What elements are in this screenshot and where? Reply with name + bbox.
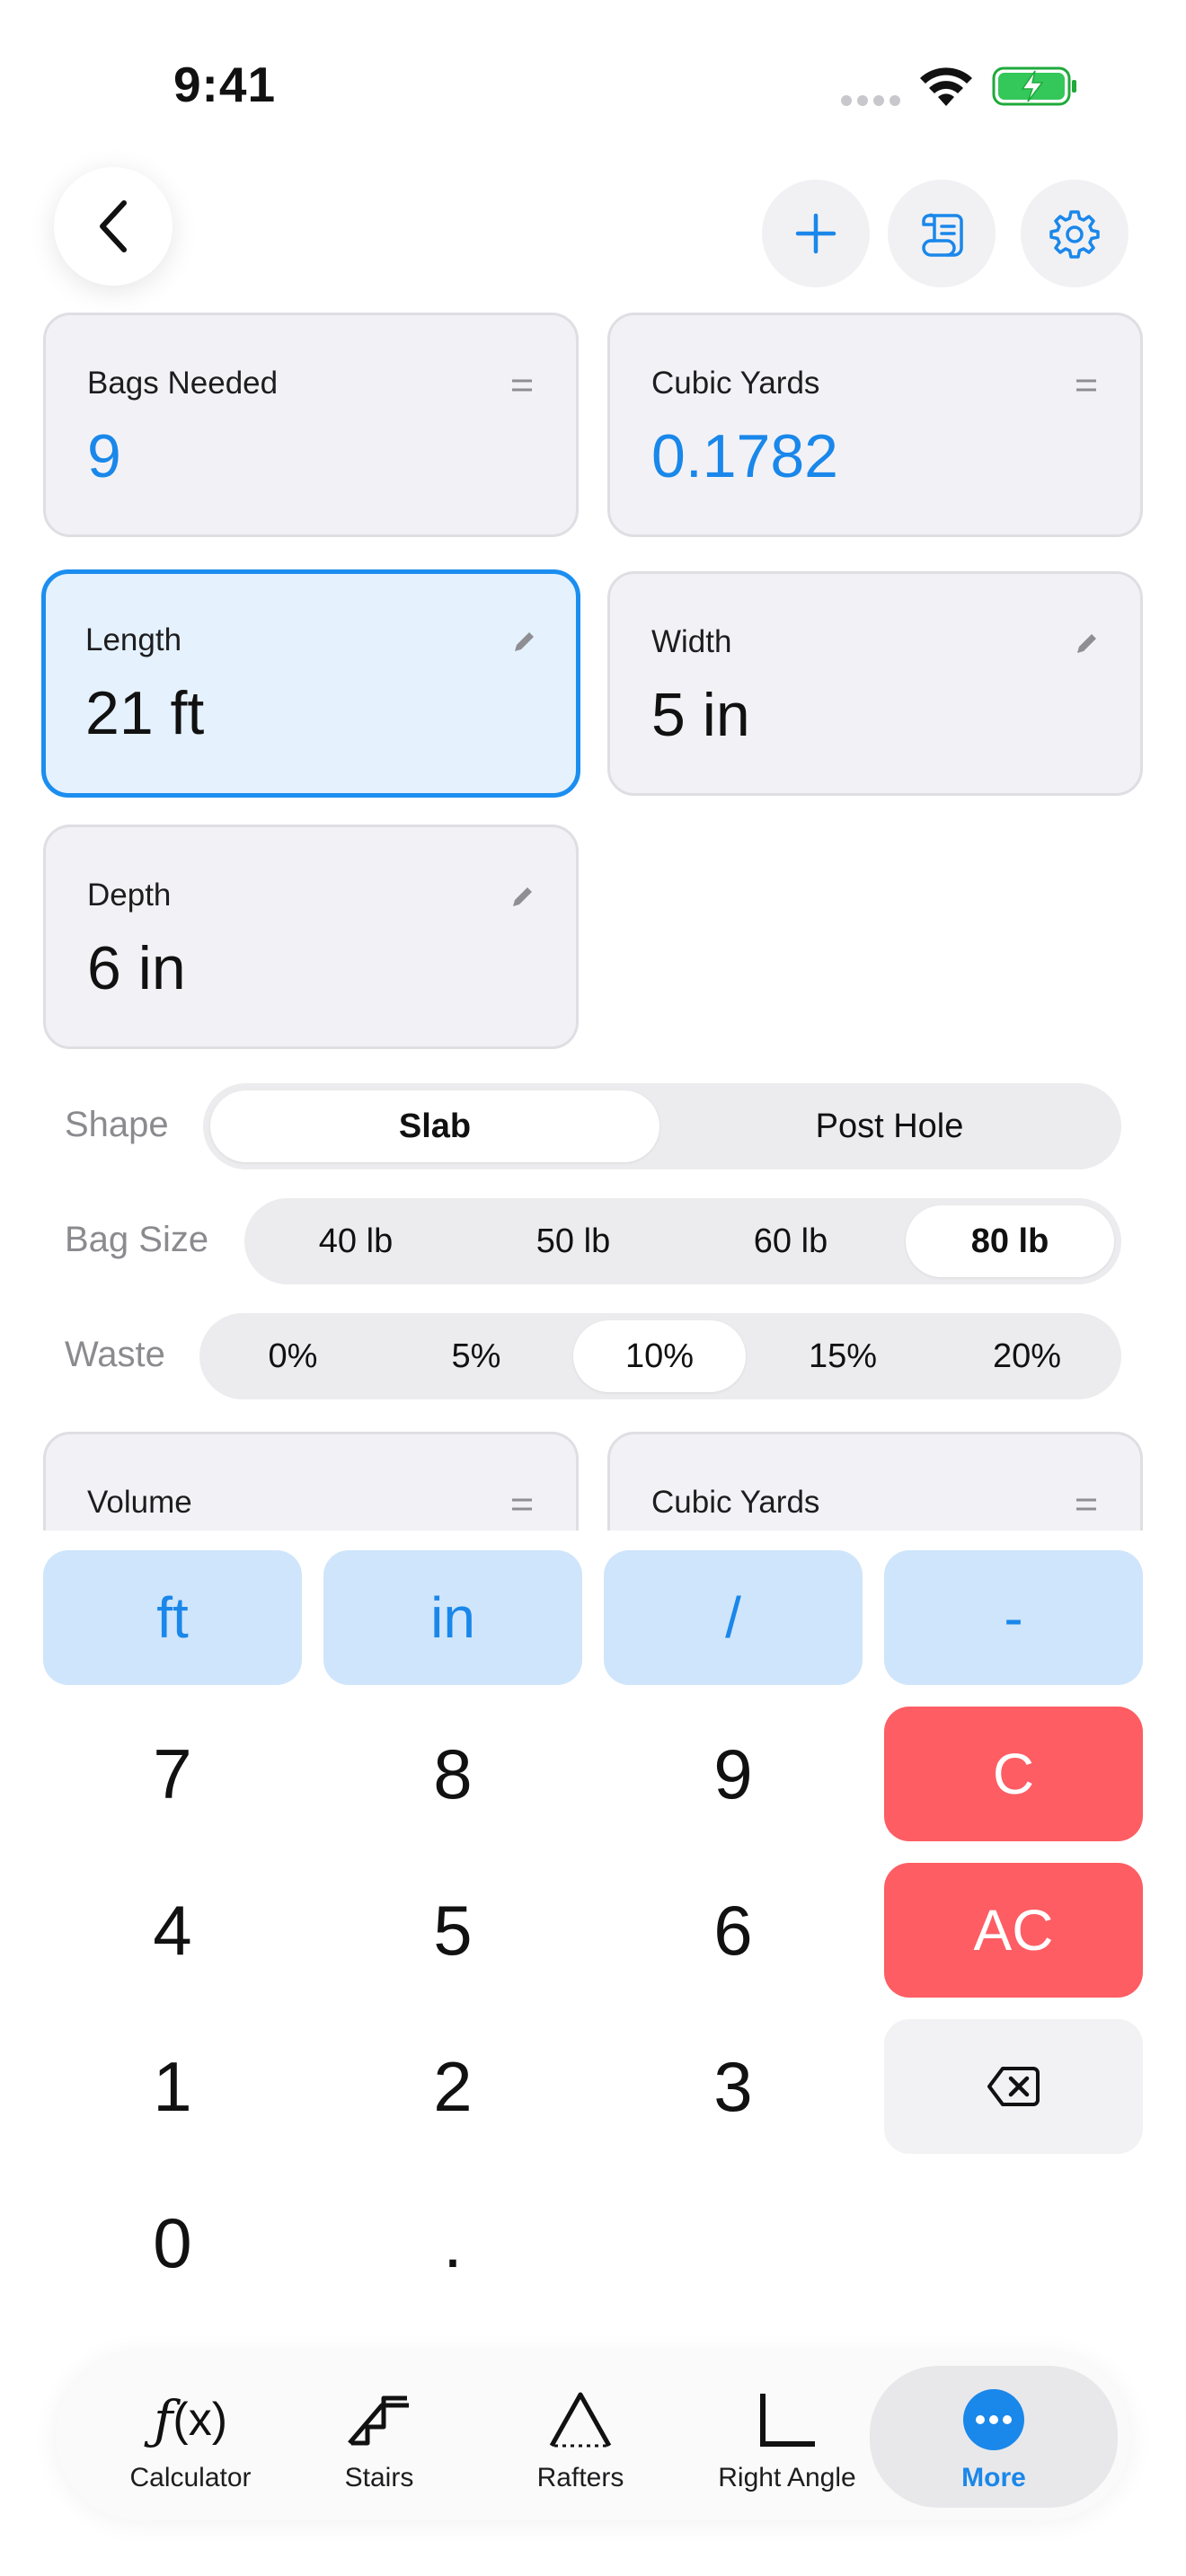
waste-option[interactable]: 5% <box>390 1320 562 1392</box>
key-3[interactable]: 3 <box>604 2019 863 2154</box>
cubic-yards-card-secondary[interactable]: Cubic Yards <box>607 1432 1143 1531</box>
volume-card[interactable]: Volume <box>43 1432 579 1531</box>
card-label: Bags Needed <box>87 366 279 401</box>
depth-input-card[interactable]: Depth 6 in <box>43 825 579 1049</box>
card-value: 21 ft <box>85 679 205 747</box>
key-fraction[interactable]: / <box>604 1550 863 1685</box>
length-input-card[interactable]: Length 21 ft <box>41 569 580 798</box>
width-input-card[interactable]: Width 5 in <box>607 571 1143 796</box>
pencil-icon <box>515 632 534 651</box>
rafters-icon <box>549 2392 612 2448</box>
bag-size-option[interactable]: 60 lb <box>686 1205 895 1277</box>
key-5[interactable]: 5 <box>323 1863 582 1998</box>
waste-label: Waste <box>65 1335 165 1374</box>
wifi-icon <box>920 67 972 106</box>
tab-label: Right Angle <box>718 2463 856 2492</box>
add-button[interactable] <box>762 180 870 287</box>
key-ft[interactable]: ft <box>43 1550 302 1685</box>
key-decimal[interactable]: . <box>323 2175 582 2310</box>
stairs-icon <box>348 2395 409 2446</box>
card-value: 5 in <box>651 681 750 749</box>
bag-size-option[interactable]: 50 lb <box>469 1205 677 1277</box>
shape-segmented-control: Slab Post Hole <box>203 1083 1121 1169</box>
card-label: Cubic Yards <box>651 1485 820 1520</box>
scroll-icon <box>922 213 963 257</box>
tab-label: Stairs <box>344 2463 414 2492</box>
bag-size-segmented-control: 40 lb 50 lb 60 lb 80 lb <box>244 1198 1121 1284</box>
back-button[interactable] <box>54 167 173 286</box>
chevron-left-icon <box>100 200 127 252</box>
history-button[interactable] <box>888 180 996 287</box>
card-label: Length <box>85 622 182 657</box>
clear-button[interactable]: C <box>884 1707 1143 1841</box>
shape-label: Shape <box>65 1105 169 1144</box>
bags-needed-card[interactable]: Bags Needed 9 <box>43 313 579 537</box>
card-value: 9 <box>87 422 121 490</box>
card-label: Depth <box>87 878 172 913</box>
tab-label: More <box>961 2463 1026 2492</box>
tab-rafters[interactable]: Rafters <box>491 2353 670 2520</box>
card-value: 0.1782 <box>651 422 838 490</box>
cellular-signal-icon <box>841 95 900 106</box>
waste-option[interactable]: 0% <box>207 1320 379 1392</box>
battery-charging-icon <box>992 66 1076 106</box>
results-scroll-area: Volume Cubic Yards <box>0 1428 1186 1531</box>
pencil-icon <box>513 887 532 906</box>
equals-icon <box>512 379 532 392</box>
equals-icon <box>512 1498 532 1511</box>
bottom-tab-bar: ƒ (x) Calculator Stairs Rafters Right Ang… <box>56 2353 1130 2520</box>
plus-icon <box>795 213 836 254</box>
fx-icon: ƒ (x) <box>153 2389 228 2450</box>
waste-option-selected[interactable]: 10% <box>573 1320 746 1392</box>
key-in[interactable]: in <box>323 1550 582 1685</box>
equals-icon <box>1076 1498 1096 1511</box>
card-label: Cubic Yards <box>651 366 820 401</box>
status-time: 9:41 <box>173 57 277 112</box>
pencil-icon <box>1077 634 1096 653</box>
more-icon <box>963 2389 1024 2450</box>
shape-option-slab[interactable]: Slab <box>210 1090 659 1162</box>
tab-more[interactable]: More <box>870 2366 1118 2508</box>
card-label: Width <box>651 624 732 659</box>
key-2[interactable]: 2 <box>323 2019 582 2154</box>
all-clear-button[interactable]: AC <box>884 1863 1143 1998</box>
waste-option[interactable]: 15% <box>757 1320 929 1392</box>
bag-size-option-selected[interactable]: 80 lb <box>906 1205 1114 1277</box>
right-angle-icon <box>760 2394 815 2447</box>
card-label: Volume <box>87 1485 192 1520</box>
key-4[interactable]: 4 <box>43 1863 302 1998</box>
backspace-button[interactable] <box>884 2019 1143 2154</box>
bag-size-option[interactable]: 40 lb <box>252 1205 460 1277</box>
key-9[interactable]: 9 <box>604 1707 863 1841</box>
settings-button[interactable] <box>1021 180 1128 287</box>
tab-label: Calculator <box>129 2463 252 2492</box>
tab-right-angle[interactable]: Right Angle <box>688 2353 886 2520</box>
delete-backward-icon <box>987 2067 1040 2106</box>
tab-label: Rafters <box>536 2463 624 2492</box>
equals-icon <box>1076 379 1096 392</box>
card-value: 6 in <box>87 934 186 1002</box>
key-1[interactable]: 1 <box>43 2019 302 2154</box>
waste-segmented-control: 0% 5% 10% 15% 20% <box>199 1313 1121 1399</box>
key-0[interactable]: 0 <box>43 2175 302 2310</box>
tab-stairs[interactable]: Stairs <box>298 2353 460 2520</box>
waste-option[interactable]: 20% <box>940 1320 1114 1392</box>
key-8[interactable]: 8 <box>323 1707 582 1841</box>
tab-calculator[interactable]: ƒ (x) Calculator <box>92 2353 289 2520</box>
shape-option-post-hole[interactable]: Post Hole <box>665 1090 1114 1162</box>
key-7[interactable]: 7 <box>43 1707 302 1841</box>
gear-icon <box>1049 210 1100 259</box>
key-dash[interactable]: - <box>884 1550 1143 1685</box>
cubic-yards-card[interactable]: Cubic Yards 0.1782 <box>607 313 1143 537</box>
key-6[interactable]: 6 <box>604 1863 863 1998</box>
bag-size-label: Bag Size <box>65 1220 209 1259</box>
